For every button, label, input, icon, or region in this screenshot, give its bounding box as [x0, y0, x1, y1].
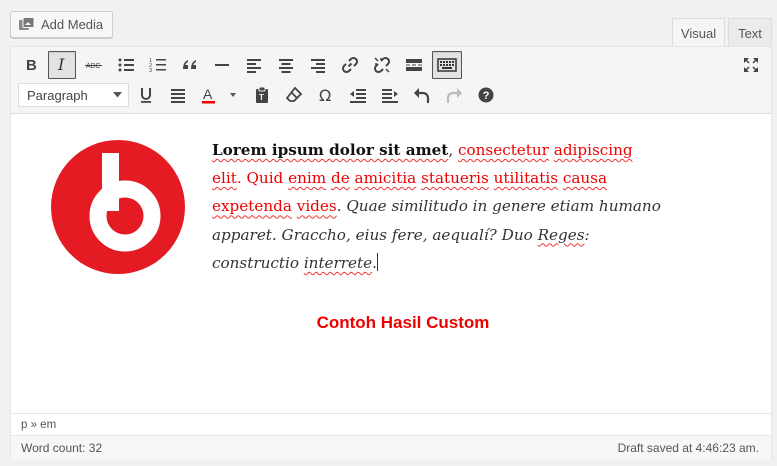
special-character-button[interactable]: Ω [312, 81, 340, 109]
svg-text:?: ? [483, 90, 490, 102]
paste-as-text-button[interactable]: T [248, 81, 276, 109]
align-left-icon [247, 59, 261, 73]
read-more-icon [406, 59, 422, 71]
align-left-button[interactable] [240, 51, 268, 79]
strikethrough-button[interactable]: ABC [80, 51, 108, 79]
italic-button[interactable]: I [48, 51, 76, 79]
justify-icon [171, 89, 185, 103]
format-select[interactable]: Paragraph [18, 83, 129, 107]
editor-content[interactable]: Lorem ipsum dolor sit amet, consectetur … [11, 115, 771, 415]
undo-icon [414, 88, 430, 103]
media-icon [18, 17, 35, 32]
word-count: Word count: 32 [21, 440, 103, 455]
insert-link-button[interactable] [336, 51, 364, 79]
align-center-icon [279, 59, 293, 73]
svg-text:I: I [57, 55, 65, 74]
link-icon [341, 56, 359, 74]
bullet-list-button[interactable] [112, 51, 140, 79]
outdent-icon [350, 89, 366, 103]
strikethrough-icon: ABC [85, 63, 102, 70]
svg-text:ABC: ABC [86, 63, 100, 70]
tab-visual[interactable]: Visual [672, 18, 725, 47]
underline-icon [141, 88, 151, 103]
status-bar: Word count: 32 Draft saved at 4:46:23 am… [11, 435, 771, 459]
clipboard-icon: T [256, 86, 268, 103]
italic-icon: I [57, 55, 65, 74]
custom-result-heading: Contoh Hasil Custom [316, 313, 490, 332]
redo-icon [446, 88, 462, 103]
svg-text:T: T [259, 93, 264, 102]
fullscreen-icon [744, 58, 758, 72]
add-media-label: Add Media [41, 17, 104, 32]
svg-text:A: A [203, 86, 213, 102]
numbered-list-button[interactable]: 123 [144, 51, 172, 79]
align-right-button[interactable] [304, 51, 332, 79]
increase-indent-button[interactable] [376, 81, 404, 109]
svg-text:B: B [26, 57, 37, 74]
blockquote-icon [183, 60, 196, 69]
editor-toolbar: B I ABC 123 Paragraph A T Ω ? [11, 47, 771, 114]
undo-button[interactable] [408, 81, 436, 109]
fullscreen-button[interactable] [737, 51, 765, 79]
draft-saved-status: Draft saved at 4:46:23 am. [617, 440, 759, 455]
underline-button[interactable] [132, 81, 160, 109]
bullet-list-icon [118, 58, 134, 72]
svg-text:Ω: Ω [319, 86, 331, 105]
help-icon: ? [478, 87, 494, 103]
omega-icon: Ω [319, 86, 331, 105]
indent-icon [382, 89, 398, 103]
clear-formatting-button[interactable] [280, 81, 308, 109]
horizontal-line-button[interactable] [208, 51, 236, 79]
keyboard-icon [437, 58, 457, 72]
read-more-button[interactable] [400, 51, 428, 79]
content-paragraph: Lorem ipsum dolor sit amet, consectetur … [212, 141, 661, 272]
format-select-value: Paragraph [27, 87, 88, 103]
bold-button[interactable]: B [17, 51, 45, 79]
element-path[interactable]: p » em [11, 413, 771, 435]
redo-button[interactable] [440, 81, 468, 109]
bold-icon: B [26, 57, 37, 74]
editor-container: B I ABC 123 Paragraph A T Ω ? Lorem ipsu… [10, 46, 772, 459]
text-color-icon: A [202, 86, 236, 104]
help-button[interactable]: ? [472, 81, 500, 109]
text-cursor [376, 252, 378, 271]
decrease-indent-button[interactable] [344, 81, 372, 109]
horizontal-line-icon [215, 64, 229, 66]
chevron-down-icon [113, 92, 122, 98]
svg-text:3: 3 [149, 68, 152, 74]
text-color-button[interactable]: A [197, 81, 241, 109]
bold-text: Lorem ipsum dolor sit amet [212, 141, 449, 159]
tab-text[interactable]: Text [728, 18, 772, 47]
add-media-button[interactable]: Add Media [10, 11, 113, 38]
eraser-icon [285, 86, 303, 102]
numbered-list-icon: 123 [149, 58, 166, 74]
toolbar-toggle-button[interactable] [432, 51, 462, 79]
justify-button[interactable] [164, 81, 192, 109]
blockquote-button[interactable] [176, 51, 204, 79]
align-right-icon [311, 59, 325, 73]
red-text: consectetur [457, 141, 549, 159]
beats-logo-image [51, 140, 185, 274]
remove-link-button[interactable] [368, 51, 396, 79]
unlink-icon [373, 56, 391, 74]
align-center-button[interactable] [272, 51, 300, 79]
